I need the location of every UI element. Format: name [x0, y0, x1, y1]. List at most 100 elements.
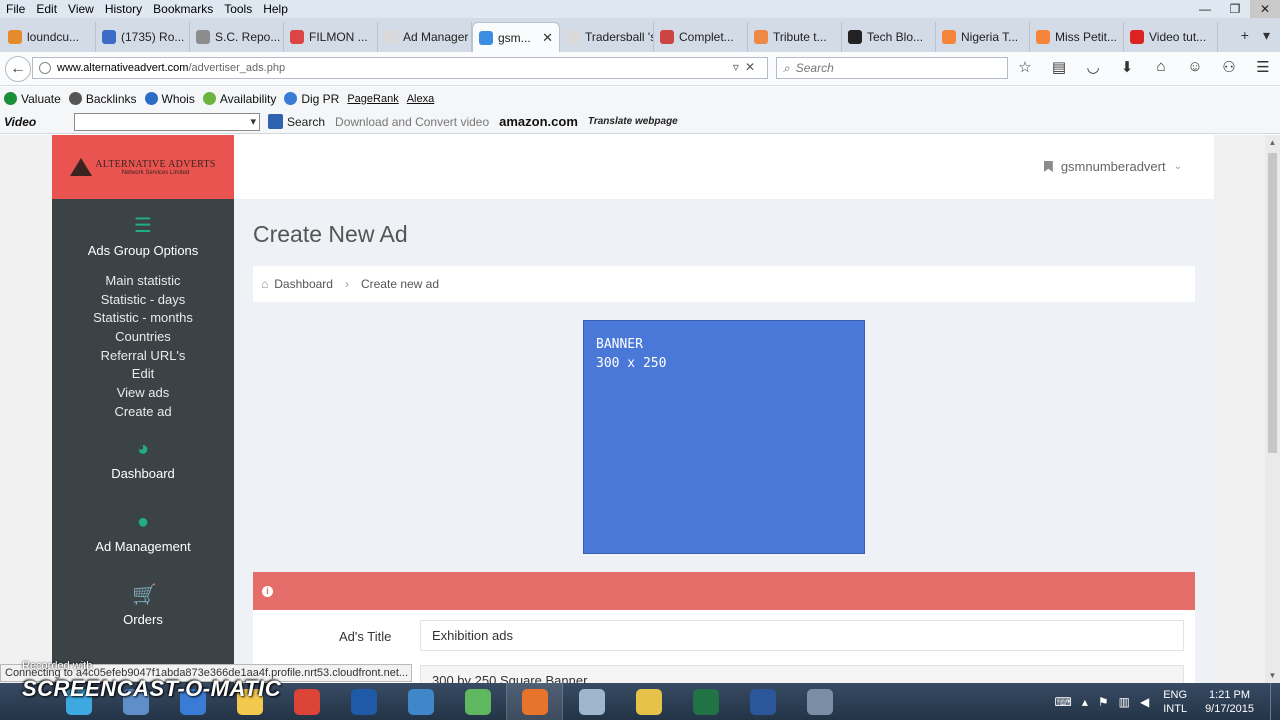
bookmark-star-icon[interactable]: ☆: [1014, 58, 1036, 76]
sidebar-subitem[interactable]: Referral URL's: [52, 347, 234, 366]
download-icon[interactable]: ⬇: [1116, 58, 1138, 76]
menu-file[interactable]: File: [0, 2, 30, 16]
user-menu[interactable]: gsmnumberadvert ⌄: [1043, 159, 1182, 174]
add-tab-icon[interactable]: +: [1241, 27, 1249, 44]
menu-edit[interactable]: Edit: [30, 2, 62, 16]
sidebar-subitem[interactable]: Main statistic: [52, 272, 234, 291]
menu-history[interactable]: History: [99, 2, 147, 16]
tab-8[interactable]: Tribute t...: [748, 22, 842, 52]
sidebar-subitem[interactable]: Create ad: [52, 403, 234, 422]
flag-icon[interactable]: ⚑: [1098, 695, 1109, 709]
bookmarks-toolbar: Valuate Backlinks Whois Availability Dig PR P…: [0, 87, 1280, 110]
show-hidden-icon[interactable]: ▴: [1082, 695, 1088, 709]
translate-webpage-button[interactable]: Translate webpage: [588, 116, 678, 127]
taskbar-app-12[interactable]: [734, 683, 791, 720]
sidebar-submenu: Main statistic Statistic - days Statistic …: [52, 272, 234, 422]
tray-icons: ⌨ ▴ ⚑ ▥ ◀: [1055, 695, 1150, 709]
sidebar-subitem[interactable]: Statistic - months: [52, 309, 234, 328]
tab-favicon-icon: [942, 30, 956, 44]
tab-7[interactable]: Complet...: [654, 22, 748, 52]
tab-0[interactable]: loundcu...: [2, 22, 96, 52]
taskbar-app-9[interactable]: [563, 683, 620, 720]
sidebar-subitem[interactable]: View ads: [52, 384, 234, 403]
ad-size-select[interactable]: 300 by 250 Square Banner: [420, 665, 1184, 683]
list-tabs-icon[interactable]: ▾: [1263, 27, 1270, 44]
taskbar-app-11[interactable]: [677, 683, 734, 720]
dropdown-icon[interactable]: ▿: [733, 60, 745, 74]
network-icon[interactable]: ▥: [1119, 695, 1130, 709]
bookmark-6[interactable]: Alexa: [407, 93, 435, 105]
stop-icon[interactable]: ✕: [745, 60, 761, 74]
menu-bookmarks[interactable]: Bookmarks: [147, 2, 218, 16]
input-language[interactable]: ENG INTL: [1163, 688, 1187, 716]
tab-11[interactable]: Miss Petit...: [1030, 22, 1124, 52]
chat-icon[interactable]: ☺: [1184, 58, 1206, 76]
tab-10[interactable]: Nigeria T...: [936, 22, 1030, 52]
show-desktop-button[interactable]: [1270, 683, 1280, 720]
menu-view[interactable]: View: [62, 2, 99, 16]
sidebar-subitem[interactable]: Countries: [52, 328, 234, 347]
tab-5[interactable]: gsm... ✕: [472, 22, 560, 52]
tab-2[interactable]: S.C. Repo...: [190, 22, 284, 52]
tab-3[interactable]: FILMON ...: [284, 22, 378, 52]
tab-12[interactable]: Video tut...: [1124, 22, 1218, 52]
home-icon[interactable]: ⌂: [1150, 58, 1172, 76]
sidebar-item-dashboard[interactable]: ◕ Dashboard: [52, 438, 234, 481]
tab-6[interactable]: Tradersball 's ...: [560, 22, 654, 52]
taskbar-app-4[interactable]: [278, 683, 335, 720]
dashboard-gauge-icon: ◕: [136, 438, 150, 460]
sidebar-item-orders[interactable]: 🛒 Orders: [52, 584, 234, 627]
clock[interactable]: 1:21 PM 9/17/2015: [1205, 688, 1254, 716]
close-tab-icon[interactable]: ✕: [542, 30, 553, 46]
sidebar-item-ads-group[interactable]: ☰ Ads Group Options: [52, 215, 234, 258]
brand-logo[interactable]: ALTERNATIVE ADVERTS Network Services Lim…: [52, 135, 234, 199]
main-content: Create New Ad ⌂ Dashboard › Create new a…: [234, 199, 1214, 683]
taskbar-app-5[interactable]: [335, 683, 392, 720]
toolbar-search-button[interactable]: Search: [268, 114, 325, 129]
watermark-logo: SCREENCAST-O-MATIC: [22, 676, 282, 701]
clock-date: 9/17/2015: [1205, 702, 1254, 715]
menu-help[interactable]: Help: [257, 2, 293, 16]
search-input[interactable]: ⌕ Search: [776, 57, 1008, 79]
restore-icon[interactable]: ❐: [1220, 0, 1250, 18]
video-button[interactable]: Video: [4, 115, 74, 129]
account-icon[interactable]: ⚇: [1218, 58, 1240, 76]
taskbar-app-7[interactable]: [449, 683, 506, 720]
reading-list-icon[interactable]: ▤: [1048, 58, 1070, 76]
pocket-icon[interactable]: ◡: [1082, 58, 1104, 76]
app-icon: [407, 688, 434, 715]
breadcrumb-dashboard[interactable]: Dashboard: [274, 277, 333, 291]
scroll-down-icon[interactable]: ▼: [1265, 671, 1280, 680]
bookmark-0[interactable]: Valuate: [4, 92, 61, 106]
bookmark-2[interactable]: Whois: [144, 92, 195, 106]
taskbar-app-10[interactable]: [620, 683, 677, 720]
page-scrollbar[interactable]: ▲ ▼: [1265, 135, 1280, 683]
scroll-thumb[interactable]: [1268, 153, 1277, 453]
sidebar-subitem[interactable]: Statistic - days: [52, 291, 234, 310]
bookmark-5[interactable]: PageRank: [347, 93, 398, 105]
back-button[interactable]: ←: [5, 55, 31, 82]
bookmark-4[interactable]: Dig PR: [284, 92, 339, 106]
volume-icon[interactable]: ◀: [1140, 695, 1149, 709]
ad-title-input[interactable]: Exhibition ads: [420, 620, 1184, 651]
amazon-link[interactable]: amazon.com: [499, 114, 578, 129]
sidebar-subitem[interactable]: Edit: [52, 365, 234, 384]
menu-tools[interactable]: Tools: [218, 2, 257, 16]
taskbar-app-6[interactable]: [392, 683, 449, 720]
url-bar[interactable]: www.alternativeadvert.com/advertiser_ads…: [32, 57, 768, 79]
video-combo-select[interactable]: [74, 112, 260, 131]
sidebar-item-ad-management[interactable]: ● Ad Management: [52, 511, 234, 554]
download-convert-button[interactable]: Download and Convert video: [335, 115, 489, 129]
minimize-icon[interactable]: —: [1190, 0, 1220, 18]
bookmark-3[interactable]: Availability: [202, 92, 276, 106]
tab-4[interactable]: Ad Manager ...: [378, 22, 472, 52]
close-window-icon[interactable]: ✕: [1250, 0, 1280, 18]
bookmark-1[interactable]: Backlinks: [68, 92, 137, 106]
taskbar-app-13[interactable]: [791, 683, 848, 720]
tab-9[interactable]: Tech Blo...: [842, 22, 936, 52]
taskbar-app-8[interactable]: [506, 683, 563, 720]
tab-1[interactable]: (1735) Ro...: [96, 22, 190, 52]
keyboard-icon[interactable]: ⌨: [1055, 695, 1072, 709]
scroll-up-icon[interactable]: ▲: [1265, 138, 1280, 147]
hamburger-menu-icon[interactable]: ☰: [1252, 58, 1274, 76]
